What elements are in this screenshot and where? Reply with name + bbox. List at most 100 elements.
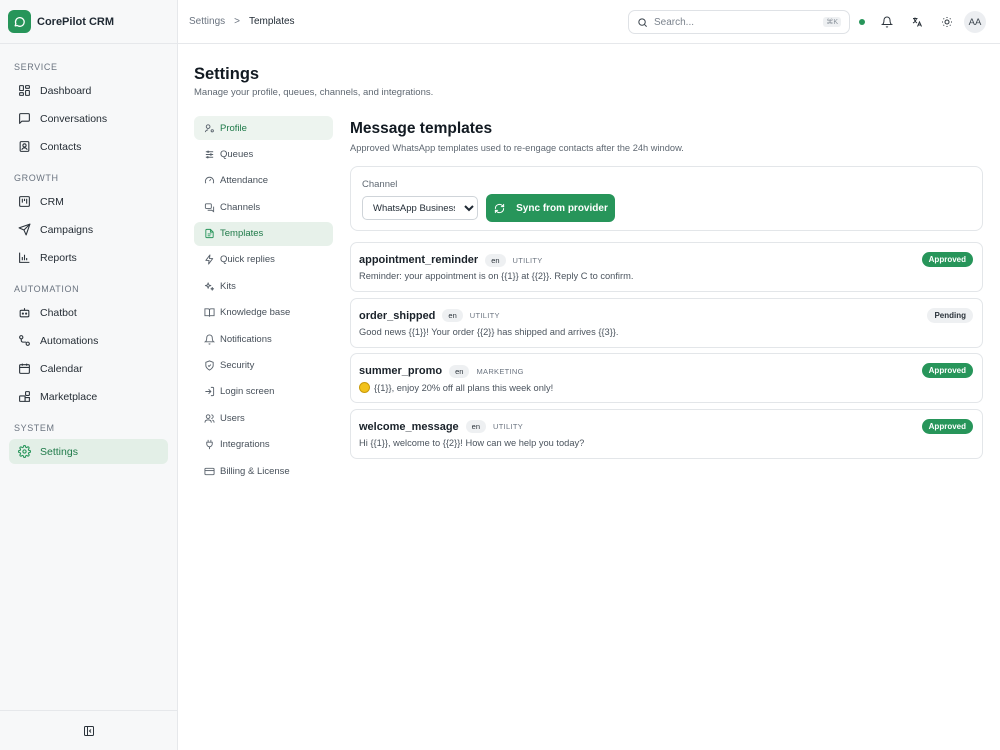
contacts-icon [17, 140, 31, 154]
sidebar-item-label: Marketplace [40, 390, 98, 403]
settings-nav-label: Security [220, 360, 255, 372]
template-lang-badge: en [442, 309, 463, 323]
template-card[interactable]: appointment_reminder en UTILITY Reminder… [350, 242, 983, 292]
channel-row: WhatsApp Business Sync from provider [362, 194, 971, 222]
bell-icon[interactable] [879, 14, 895, 30]
settings-nav-channels[interactable]: Channels [194, 195, 333, 219]
breadcrumb-settings[interactable]: Settings [189, 16, 225, 27]
search-input[interactable] [654, 16, 824, 28]
sidebar-item-chatbot[interactable]: Chatbot [9, 300, 168, 325]
channel-select[interactable]: WhatsApp Business [362, 196, 478, 220]
brand[interactable]: CorePilot CRM [0, 0, 177, 44]
template-name: order_shipped [359, 309, 436, 322]
template-category: MARKETING [476, 366, 524, 376]
sidebar-item-automations[interactable]: Automations [9, 328, 168, 353]
sidebar: CorePilot CRM SERVICE Dashboard Conversa… [0, 0, 178, 750]
template-body-text: Good news {{1}}! Your order {{2}} has sh… [359, 326, 619, 337]
settings-nav-quick-replies[interactable]: Quick replies [194, 248, 333, 272]
settings-nav-notifications[interactable]: Notifications [194, 327, 333, 351]
sidebar-item-crm[interactable]: CRM [9, 189, 168, 214]
settings-nav-profile[interactable]: Profile [194, 116, 333, 140]
avatar[interactable]: AA [964, 11, 986, 33]
template-name: appointment_reminder [359, 254, 479, 266]
sidebar-item-campaigns[interactable]: Campaigns [9, 217, 168, 242]
template-body: {{1}}, enjoy 20% off all plans this week… [359, 382, 982, 394]
sidebar-item-contacts[interactable]: Contacts [9, 134, 168, 159]
theme-sun-icon[interactable] [939, 14, 955, 30]
settings-nav-integrations[interactable]: Integrations [194, 433, 333, 457]
settings-nav-label: Templates [220, 228, 264, 240]
template-category: UTILITY [493, 422, 524, 432]
nav-section-automation: AUTOMATION [14, 284, 80, 294]
main-area: Settings > Templates ⌘K AA Settings Mana… [178, 0, 1000, 750]
brand-name: CorePilot CRM [37, 15, 114, 28]
nav-section-growth: GROWTH [14, 173, 59, 183]
sidebar-item-label: Automations [40, 334, 99, 347]
settings-nav-label: Attendance [220, 175, 269, 187]
online-status-dot [859, 19, 865, 25]
sidebar-item-reports[interactable]: Reports [9, 245, 168, 270]
template-card[interactable]: order_shipped en UTILITY Good news {{1}}… [350, 297, 983, 348]
panel-title: Message templates [350, 120, 493, 137]
settings-nav-billing[interactable]: Billing & License [194, 459, 333, 483]
sidebar-item-dashboard[interactable]: Dashboard [9, 78, 168, 103]
dashboard-icon [17, 84, 31, 98]
template-body-text: {{1}}, enjoy 20% off all plans this week… [374, 382, 554, 393]
shield-icon [203, 360, 215, 372]
chat-icon [17, 112, 31, 126]
settings-nav-knowledge-base[interactable]: Knowledge base [194, 301, 333, 325]
gear-icon [17, 445, 31, 459]
sidebar-item-marketplace[interactable]: Marketplace [9, 384, 168, 409]
bot-icon [17, 306, 31, 320]
settings-nav-queues[interactable]: Queues [194, 142, 333, 166]
zap-icon [203, 254, 215, 266]
sync-from-provider-button[interactable]: Sync from provider [486, 194, 615, 222]
settings-nav-label: Integrations [220, 439, 270, 451]
sidebar-item-conversations[interactable]: Conversations [9, 106, 168, 131]
settings-nav-attendance[interactable]: Attendance [194, 169, 333, 193]
search-box[interactable]: ⌘K [628, 10, 850, 34]
refresh-icon [493, 202, 505, 214]
template-body: Reminder: your appointment is on {{1}} a… [359, 271, 982, 281]
settings-nav-kits[interactable]: Kits [194, 274, 333, 298]
send-icon [17, 223, 31, 237]
collapse-sidebar-icon[interactable] [81, 723, 97, 739]
gauge-icon [203, 175, 215, 187]
user-cog-icon [203, 122, 215, 134]
settings-nav-label: Billing & License [220, 465, 290, 477]
sidebar-item-label: CRM [40, 195, 64, 208]
file-text-icon [203, 228, 215, 240]
users-icon [203, 412, 215, 424]
settings-nav-label: Profile [220, 122, 247, 134]
template-body-text: Reminder: your appointment is on {{1}} a… [359, 271, 634, 281]
nav-section-system: SYSTEM [14, 423, 55, 433]
template-lang-badge: en [449, 364, 470, 378]
translate-icon[interactable] [909, 14, 925, 30]
template-lang-badge: en [465, 420, 487, 434]
template-body: Hi {{1}}, welcome to {{2}}! How can we h… [359, 438, 982, 448]
sidebar-item-settings[interactable]: Settings [9, 439, 168, 464]
template-card[interactable]: welcome_message en UTILITY Hi {{1}}, wel… [350, 408, 983, 459]
settings-nav-label: Queues [220, 148, 254, 160]
sidebar-item-calendar[interactable]: Calendar [9, 356, 168, 381]
settings-nav-security[interactable]: Security [194, 354, 333, 378]
plug-icon [203, 439, 215, 451]
templates-list: appointment_reminder en UTILITY Reminder… [350, 242, 983, 459]
template-card[interactable]: summer_promo en MARKETING {{1}}, enjoy 2… [350, 353, 983, 404]
settings-nav-templates[interactable]: Templates [194, 221, 333, 246]
settings-nav-users[interactable]: Users [194, 406, 333, 430]
template-header: appointment_reminder en UTILITY [359, 253, 982, 267]
breadcrumb-separator: > [234, 16, 240, 27]
sidebar-item-label: Campaigns [40, 223, 94, 236]
blocks-icon [17, 390, 31, 404]
template-body-text: Hi {{1}}, welcome to {{2}}! How can we h… [359, 437, 585, 448]
template-lang-badge: en [485, 253, 506, 267]
brand-logo-icon [8, 10, 31, 33]
settings-nav-login-screen[interactable]: Login screen [194, 380, 333, 404]
sun-emoji-icon [359, 382, 370, 394]
settings-nav-label: Knowledge base [220, 307, 291, 319]
status-badge: Pending [927, 307, 973, 323]
panel-subtitle: Approved WhatsApp templates used to re-e… [350, 143, 684, 153]
sync-button-label: Sync from provider [516, 202, 608, 214]
sidebar-item-label: Calendar [40, 362, 83, 375]
